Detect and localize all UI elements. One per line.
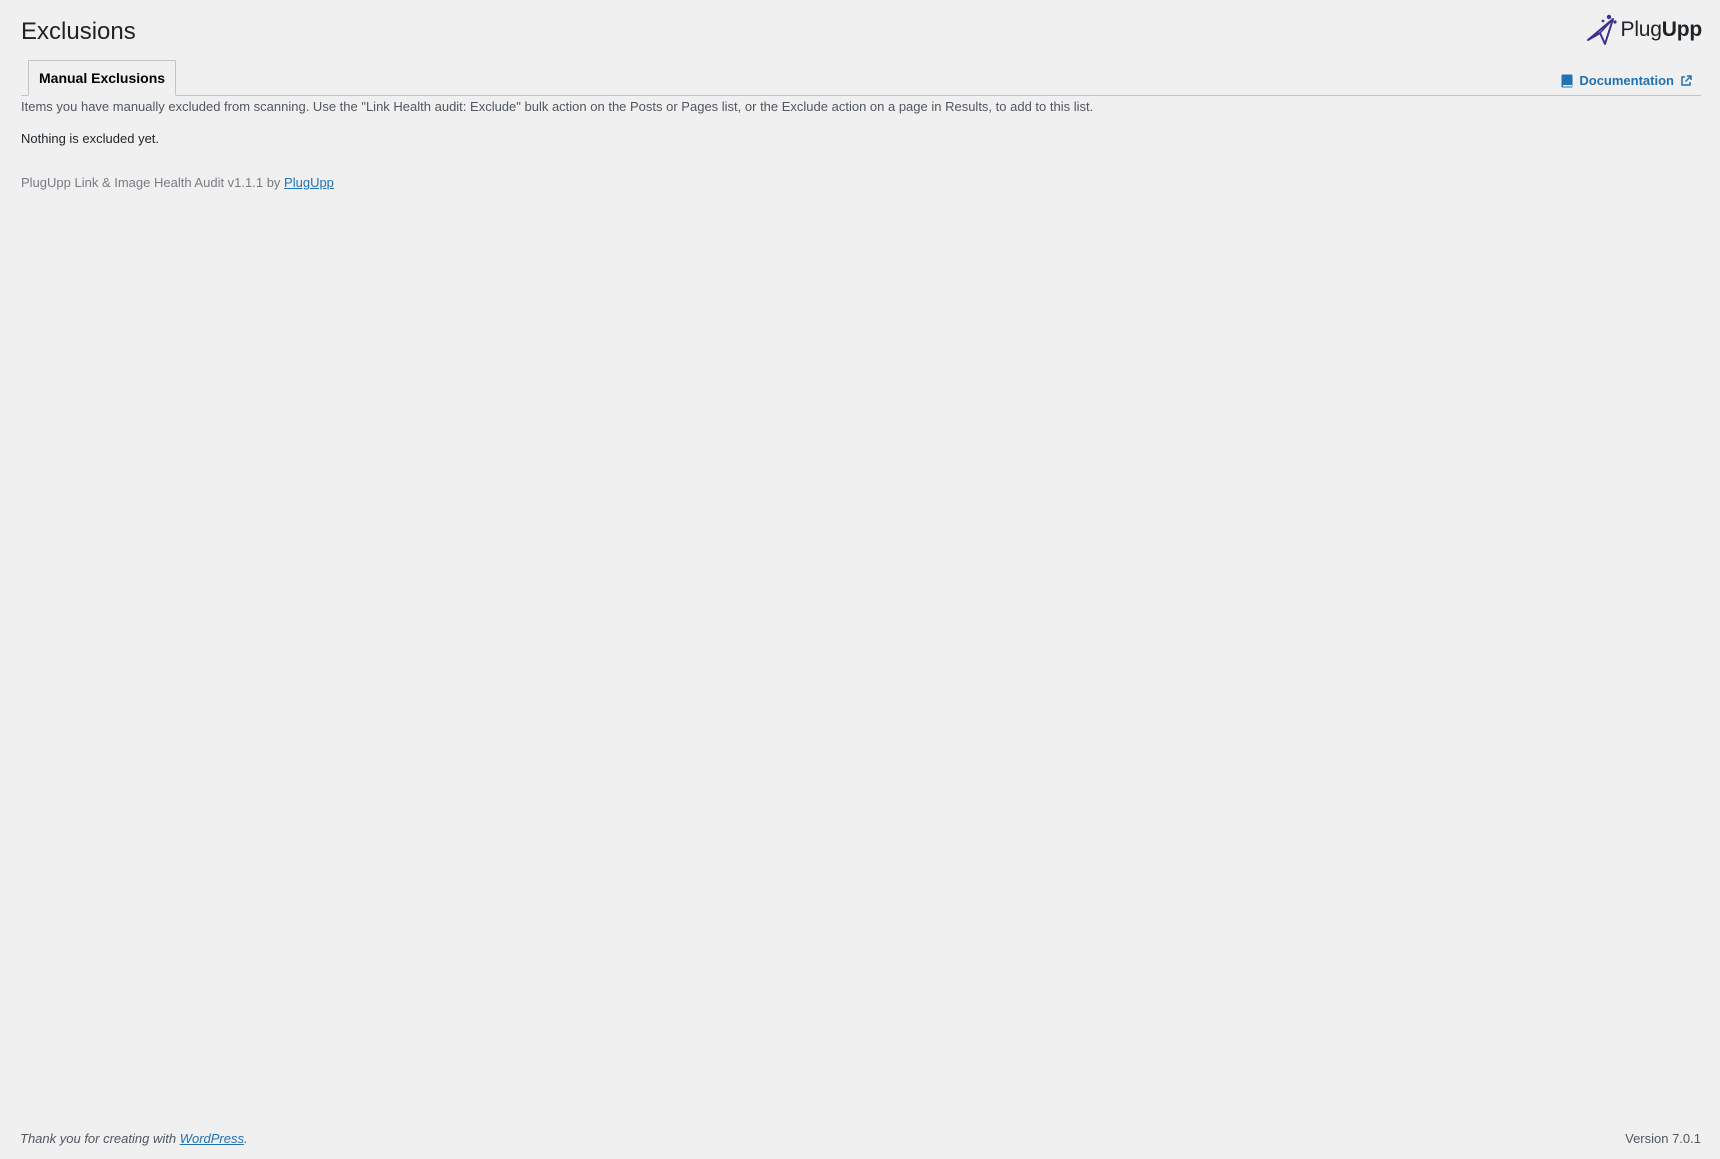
admin-page: Exclusions PlugUpp Manual Exclusions Doc…: [0, 0, 1720, 1159]
plugupp-link[interactable]: PlugUpp: [284, 175, 334, 190]
documentation-link[interactable]: Documentation: [1561, 73, 1692, 88]
external-link-icon: [1681, 74, 1692, 86]
wordpress-footer: Thank you for creating with WordPress.: [20, 1131, 248, 1146]
page-title: Exclusions: [21, 18, 136, 45]
wordpress-link[interactable]: WordPress: [180, 1131, 244, 1146]
paper-plane-icon: [1586, 14, 1617, 45]
tab-manual-exclusions[interactable]: Manual Exclusions: [28, 60, 177, 96]
tab-bar: Manual Exclusions Documentation: [21, 60, 1701, 96]
plugin-footer-text: PlugUpp Link & Image Health Audit v1.1.1…: [21, 175, 285, 190]
wp-version: Version 7.0.1: [1625, 1131, 1701, 1146]
book-icon: [1561, 74, 1573, 87]
wp-footer-suffix: .: [244, 1131, 248, 1146]
plugin-footer: PlugUpp Link & Image Health Audit v1.1.1…: [21, 175, 334, 190]
empty-state-message: Nothing is excluded yet.: [21, 131, 160, 146]
brand-logo: PlugUpp: [1585, 13, 1702, 47]
brand-name: PlugUpp: [1620, 18, 1703, 41]
intro-text: Items you have manually excluded from sc…: [21, 99, 1094, 114]
wp-footer-text: Thank you for creating with: [20, 1131, 180, 1146]
documentation-label: Documentation: [1579, 73, 1674, 88]
